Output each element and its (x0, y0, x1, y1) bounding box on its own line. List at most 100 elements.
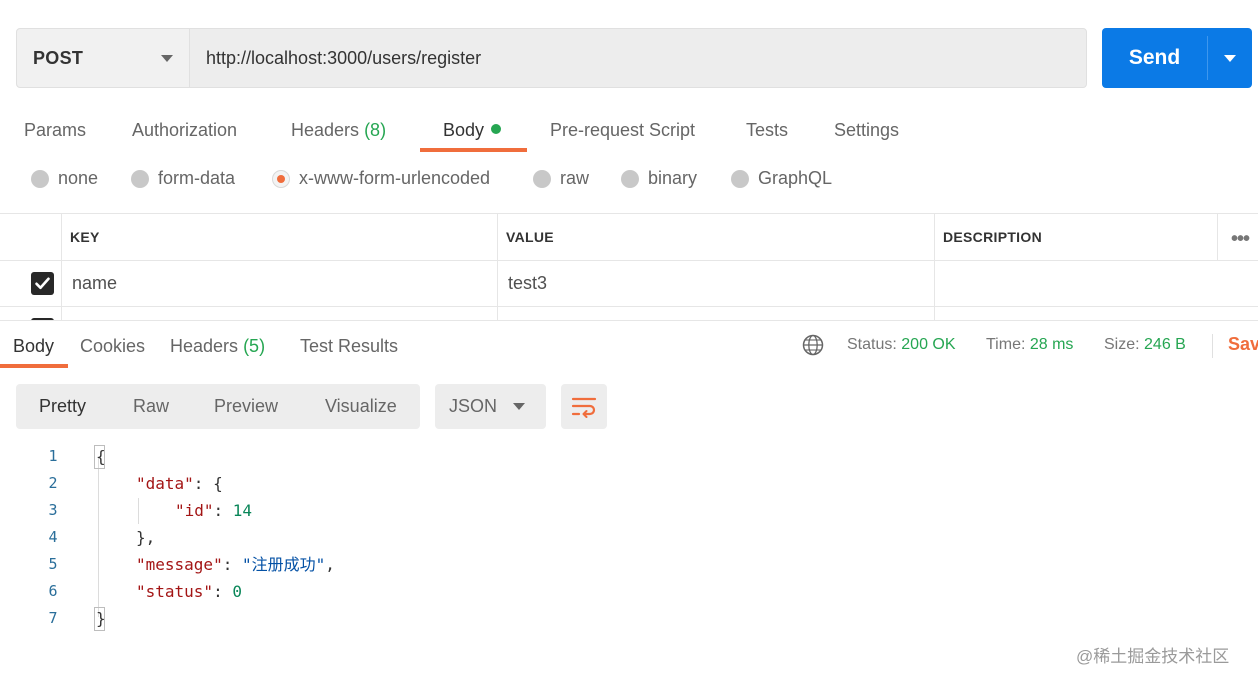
code-line: 2 "data": { (0, 470, 1258, 497)
column-header-description: DESCRIPTION (934, 214, 1218, 260)
tab-label: Headers (170, 336, 239, 356)
radio-icon (731, 169, 749, 188)
row-checkbox[interactable] (31, 272, 54, 295)
radio-binary[interactable]: binary (621, 168, 697, 189)
json-key: "data" (136, 474, 194, 493)
body-type-radios: none form-data x-www-form-urlencoded raw… (0, 168, 1258, 198)
radio-form-data[interactable]: form-data (131, 168, 235, 189)
globe-icon[interactable] (802, 334, 824, 356)
active-tab-underline (420, 148, 527, 152)
checkmark-icon (35, 277, 50, 290)
line-number: 3 (48, 501, 58, 519)
status-label: Status: (847, 336, 897, 353)
pane-divider[interactable] (0, 320, 1258, 321)
send-button[interactable]: Send (1102, 28, 1207, 88)
code-line: 7 } (0, 605, 1258, 632)
view-visualize-button[interactable]: Visualize (325, 384, 397, 429)
time-value[interactable]: 28 ms (1030, 336, 1074, 353)
tab-body[interactable]: Body (443, 120, 502, 141)
tab-params[interactable]: Params (24, 120, 86, 141)
line-number: 1 (48, 447, 58, 465)
json-number: 14 (232, 501, 253, 520)
tab-authorization[interactable]: Authorization (132, 120, 237, 141)
radio-icon (621, 169, 639, 188)
json-punct: : { (193, 474, 223, 493)
line-number: 2 (48, 474, 58, 492)
time-meta: Time: 28 ms (986, 336, 1073, 354)
format-select[interactable]: JSON (435, 384, 546, 429)
radio-label: form-data (158, 168, 236, 188)
code-text: { (96, 447, 106, 466)
response-tab-body[interactable]: Body (13, 336, 54, 357)
url-input[interactable]: http://localhost:3000/users/register (190, 29, 1086, 87)
save-response-button[interactable]: Sav (1212, 334, 1258, 358)
line-number: 4 (48, 528, 58, 546)
more-options-icon[interactable]: ••• (1231, 228, 1250, 251)
radio-icon (533, 169, 551, 188)
row-value-cell[interactable]: test3 (497, 261, 935, 306)
size-label: Size: (1104, 336, 1140, 353)
view-preview-button[interactable]: Preview (214, 384, 278, 429)
radio-x-www-form-urlencoded[interactable]: x-www-form-urlencoded (272, 168, 490, 189)
row-description-cell[interactable] (934, 261, 1258, 306)
table-header-row: KEY VALUE DESCRIPTION ••• (0, 214, 1258, 261)
view-pretty-button[interactable]: Pretty (39, 384, 86, 429)
code-line: 4 }, (0, 524, 1258, 551)
chevron-down-icon (161, 54, 173, 62)
tab-label: Headers (291, 120, 360, 140)
size-value[interactable]: 246 B (1144, 336, 1186, 353)
response-tab-cookies[interactable]: Cookies (80, 336, 145, 357)
tab-headers[interactable]: Headers (8) (291, 120, 386, 141)
headers-count: (8) (364, 120, 387, 140)
code-text: } (96, 609, 106, 628)
code-text: "message": "注册成功", (136, 551, 335, 578)
column-header-value: VALUE (497, 214, 935, 260)
radio-none[interactable]: none (31, 168, 98, 189)
code-text: "id": 14 (175, 497, 252, 524)
format-label: JSON (449, 396, 498, 416)
radio-selected-icon (272, 169, 290, 188)
response-tabs: Body Cookies Headers (5) Test Results St… (0, 322, 1258, 370)
table-row: name test3 (0, 261, 1258, 307)
active-tab-underline (0, 364, 68, 368)
radio-icon (131, 169, 149, 188)
radio-label: none (58, 168, 99, 188)
tab-pre-request-script[interactable]: Pre-request Script (550, 120, 695, 141)
radio-icon (31, 169, 49, 188)
json-punct: : (213, 582, 233, 601)
radio-label: GraphQL (758, 168, 833, 188)
radio-raw[interactable]: raw (533, 168, 589, 189)
request-tabs: Params Authorization Headers (8) Body Pr… (0, 110, 1258, 154)
params-table: KEY VALUE DESCRIPTION ••• name test3 (0, 213, 1258, 321)
json-punct: : (222, 555, 242, 574)
line-number: 6 (48, 582, 58, 600)
json-punct: , (325, 555, 335, 574)
view-raw-button[interactable]: Raw (133, 384, 169, 429)
wrap-lines-button[interactable] (561, 384, 607, 429)
tab-tests[interactable]: Tests (746, 120, 788, 141)
send-options-button[interactable] (1208, 28, 1252, 88)
chevron-down-icon (1224, 54, 1236, 62)
tab-settings[interactable]: Settings (834, 120, 899, 141)
size-meta: Size: 246 B (1104, 336, 1186, 354)
row-key-cell[interactable]: name (61, 261, 498, 306)
status-value[interactable]: 200 OK (901, 336, 955, 353)
response-tab-test-results[interactable]: Test Results (300, 336, 398, 357)
radio-graphql[interactable]: GraphQL (731, 168, 832, 189)
row-key-cell[interactable] (61, 307, 498, 321)
view-mode-group: Pretty Raw Preview Visualize (16, 384, 420, 429)
chevron-down-icon (513, 403, 525, 410)
row-description-cell[interactable] (934, 307, 1258, 321)
code-text: "data": { (136, 470, 223, 497)
tab-label: Settings (834, 120, 900, 140)
code-line: 1 { (0, 443, 1258, 470)
tab-label: Body (443, 120, 485, 140)
response-tab-headers[interactable]: Headers (5) (170, 336, 265, 357)
method-select[interactable]: POST (17, 29, 190, 87)
radio-label: binary (648, 168, 698, 188)
radio-label: raw (560, 168, 590, 188)
status-meta: Status: 200 OK (847, 336, 956, 354)
tab-label: Pre-request Script (550, 120, 696, 140)
row-value-cell[interactable] (497, 307, 935, 321)
code-line: 3 "id": 14 (0, 497, 1258, 524)
